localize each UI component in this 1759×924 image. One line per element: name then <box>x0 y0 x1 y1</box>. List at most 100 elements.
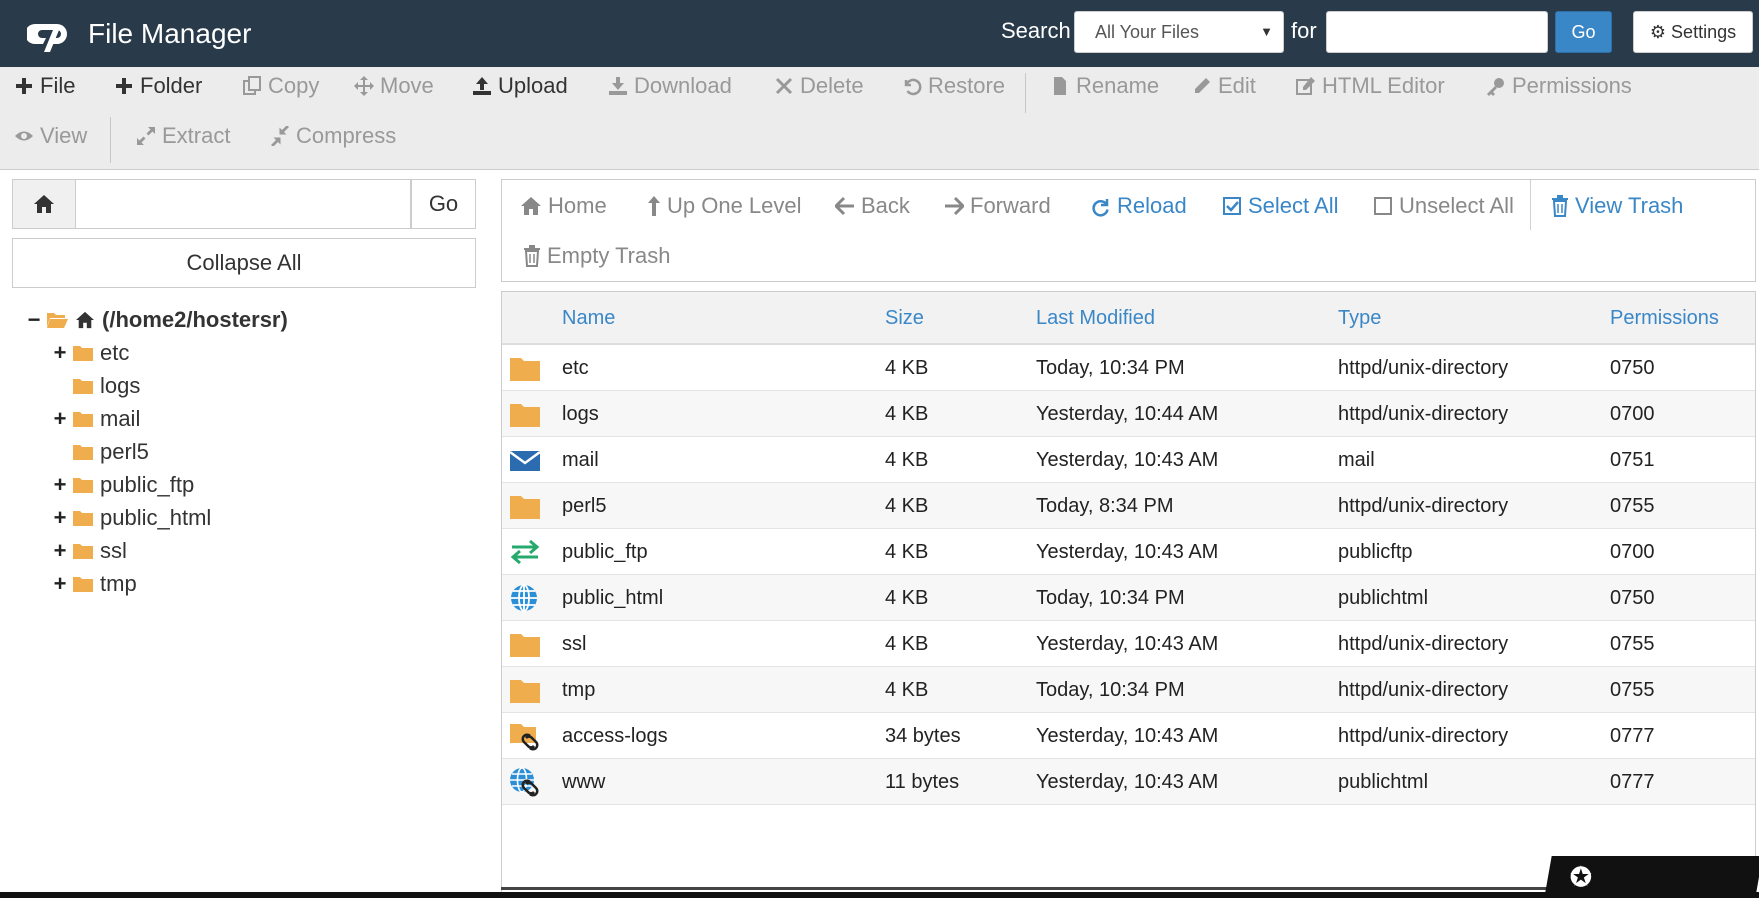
copy-icon <box>243 76 261 95</box>
file-name: public_ftp <box>562 541 648 563</box>
close-icon <box>775 77 793 95</box>
column-header-name[interactable]: Name <box>562 307 615 330</box>
select-all-button[interactable]: Select All <box>1222 193 1339 219</box>
checkbox-checked-icon <box>1223 197 1241 215</box>
folder-icon <box>73 412 93 427</box>
chevron-down-icon: ▼ <box>1260 24 1273 39</box>
expand-toggle-icon[interactable]: + <box>52 571 68 597</box>
folder-icon <box>510 496 540 519</box>
tree-item-label: logs <box>100 373 141 398</box>
compress-button[interactable]: Compress <box>270 123 396 149</box>
path-go-button[interactable]: Go <box>411 179 476 229</box>
search-scope-value: All Your Files <box>1095 22 1200 42</box>
collapse-toggle-icon[interactable]: − <box>26 307 42 333</box>
expand-toggle-icon[interactable]: + <box>52 472 68 498</box>
trash-icon <box>1552 195 1568 217</box>
nav-home-button[interactable]: Home <box>520 193 607 219</box>
file-permissions: 0750 <box>1610 357 1655 379</box>
expand-toggle-icon[interactable]: + <box>52 505 68 531</box>
table-row[interactable]: www 11 bytes Yesterday, 10:43 AM publich… <box>502 759 1755 805</box>
unselect-all-button[interactable]: Unselect All <box>1373 193 1514 219</box>
file-permissions: 0755 <box>1610 495 1655 517</box>
home-icon <box>34 195 54 213</box>
column-header-last-modified[interactable]: Last Modified <box>1036 307 1155 330</box>
expand-toggle-icon[interactable]: + <box>52 538 68 564</box>
file-type: mail <box>1338 449 1375 471</box>
settings-button[interactable]: ⚙ Settings <box>1633 11 1753 53</box>
folder-icon <box>73 577 93 592</box>
table-row[interactable]: etc 4 KB Today, 10:34 PM httpd/unix-dire… <box>502 345 1755 391</box>
home-icon <box>76 311 94 329</box>
tree-root[interactable]: − (/home2/hostersr) <box>26 307 288 333</box>
expand-toggle-icon[interactable]: + <box>52 340 68 366</box>
column-header-type[interactable]: Type <box>1338 307 1381 330</box>
view-trash-button[interactable]: View Trash <box>1551 193 1683 219</box>
search-input[interactable] <box>1326 11 1548 53</box>
rename-button[interactable]: Rename <box>1050 73 1159 99</box>
table-row[interactable]: mail 4 KB Yesterday, 10:43 AM mail 0751 <box>502 437 1755 483</box>
column-header-permissions[interactable]: Permissions <box>1610 307 1719 330</box>
forward-button[interactable]: Forward <box>944 193 1051 219</box>
collapse-all-button[interactable]: Collapse All <box>12 238 476 288</box>
file-modified: Today, 10:34 PM <box>1036 587 1185 609</box>
search-go-button[interactable]: Go <box>1555 11 1612 53</box>
table-row[interactable]: tmp 4 KB Today, 10:34 PM httpd/unix-dire… <box>502 667 1755 713</box>
download-icon <box>609 77 627 95</box>
tree-item-label: public_ftp <box>100 472 195 497</box>
empty-trash-button[interactable]: Empty Trash <box>523 243 670 269</box>
file-size: 34 bytes <box>885 725 961 747</box>
reload-button[interactable]: Reload <box>1089 193 1187 219</box>
file-size: 4 KB <box>885 679 929 701</box>
new-file-button[interactable]: File <box>14 73 75 99</box>
new-folder-label: Folder <box>140 73 203 98</box>
download-button[interactable]: Download <box>608 73 732 99</box>
file-name: access-logs <box>562 725 668 747</box>
search-scope-select[interactable]: All Your Files ▼ <box>1074 11 1284 53</box>
table-row[interactable]: access-logs 34 bytes Yesterday, 10:43 AM… <box>502 713 1755 759</box>
restore-button[interactable]: Restore <box>902 73 1005 99</box>
copy-button[interactable]: Copy <box>242 73 319 99</box>
html-editor-button[interactable]: HTML Editor <box>1296 73 1445 99</box>
tree-item-public-ftp[interactable]: + public_ftp <box>52 472 195 498</box>
tree-item-label: mail <box>100 406 141 431</box>
view-button[interactable]: View <box>14 123 87 149</box>
move-button[interactable]: Move <box>354 73 434 99</box>
folder-link-icon <box>510 724 539 751</box>
plus-icon <box>116 78 132 94</box>
table-row[interactable]: public_html 4 KB Today, 10:34 PM publich… <box>502 575 1755 621</box>
delete-button[interactable]: Delete <box>774 73 864 99</box>
edit-button[interactable]: Edit <box>1192 73 1256 99</box>
file-type: httpd/unix-directory <box>1338 679 1509 701</box>
file-size: 4 KB <box>885 357 929 379</box>
file-permissions: 0751 <box>1610 449 1655 471</box>
permissions-button[interactable]: Permissions <box>1486 73 1632 99</box>
column-header-size[interactable]: Size <box>885 307 924 330</box>
new-folder-button[interactable]: Folder <box>114 73 202 99</box>
folder-icon <box>510 404 540 427</box>
tree-item-tmp[interactable]: + tmp <box>52 571 137 597</box>
key-icon <box>1487 78 1504 96</box>
upload-button[interactable]: Upload <box>472 73 568 99</box>
back-button[interactable]: Back <box>835 193 910 219</box>
table-row[interactable]: ssl 4 KB Yesterday, 10:43 AM httpd/unix-… <box>502 621 1755 667</box>
up-one-level-button[interactable]: Up One Level <box>647 193 802 219</box>
file-modified: Today, 10:34 PM <box>1036 357 1185 379</box>
file-type: httpd/unix-directory <box>1338 725 1509 747</box>
path-input[interactable] <box>75 179 411 229</box>
tree-item-ssl[interactable]: + ssl <box>52 538 127 564</box>
nav-home-label: Home <box>548 193 607 218</box>
tree-item-etc[interactable]: + etc <box>52 340 130 366</box>
top-header: File Manager Search All Your Files ▼ for… <box>0 0 1759 67</box>
tree-item-mail[interactable]: + mail <box>52 406 141 432</box>
table-row[interactable]: logs 4 KB Yesterday, 10:44 AM httpd/unix… <box>502 391 1755 437</box>
arrows-move-icon <box>354 76 374 96</box>
table-row[interactable]: public_ftp 4 KB Yesterday, 10:43 AM publ… <box>502 529 1755 575</box>
tree-item-logs[interactable]: logs <box>52 373 140 399</box>
expand-toggle-icon[interactable]: + <box>52 406 68 432</box>
tree-item-public-html[interactable]: + public_html <box>52 505 212 531</box>
extract-button[interactable]: Extract <box>136 123 230 149</box>
home-directory-button[interactable] <box>12 179 75 229</box>
tree-item-perl5[interactable]: perl5 <box>52 439 149 465</box>
table-row[interactable]: perl5 4 KB Today, 8:34 PM httpd/unix-dir… <box>502 483 1755 529</box>
exchange-icon <box>510 539 540 565</box>
